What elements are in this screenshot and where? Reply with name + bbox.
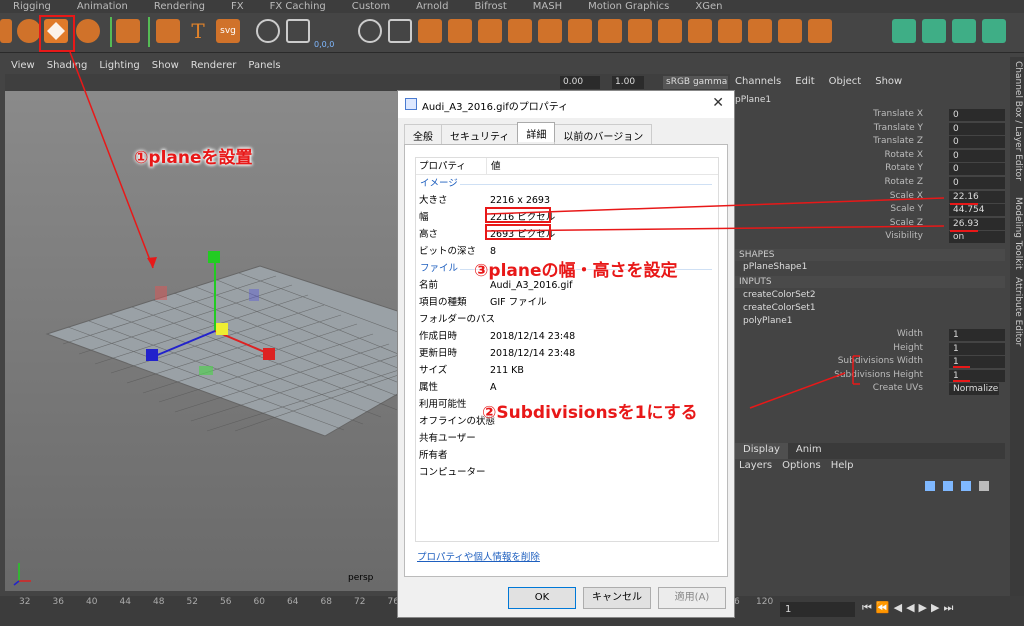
arrow-2-a (486, 197, 945, 215)
width-value-highlight (485, 207, 551, 223)
annotation-2: ②Subdivisionsを1にする (482, 403, 698, 423)
height-value-highlight (485, 224, 551, 240)
arrow-2-b (486, 225, 945, 232)
plane-tool-highlight (39, 15, 75, 52)
annotation-3: ③planeの幅・高さを設定 (474, 261, 678, 281)
arrow-3 (749, 372, 846, 409)
annotation-overlay (39, 15, 978, 409)
annotation-1: ①planeを設置 (134, 148, 253, 168)
